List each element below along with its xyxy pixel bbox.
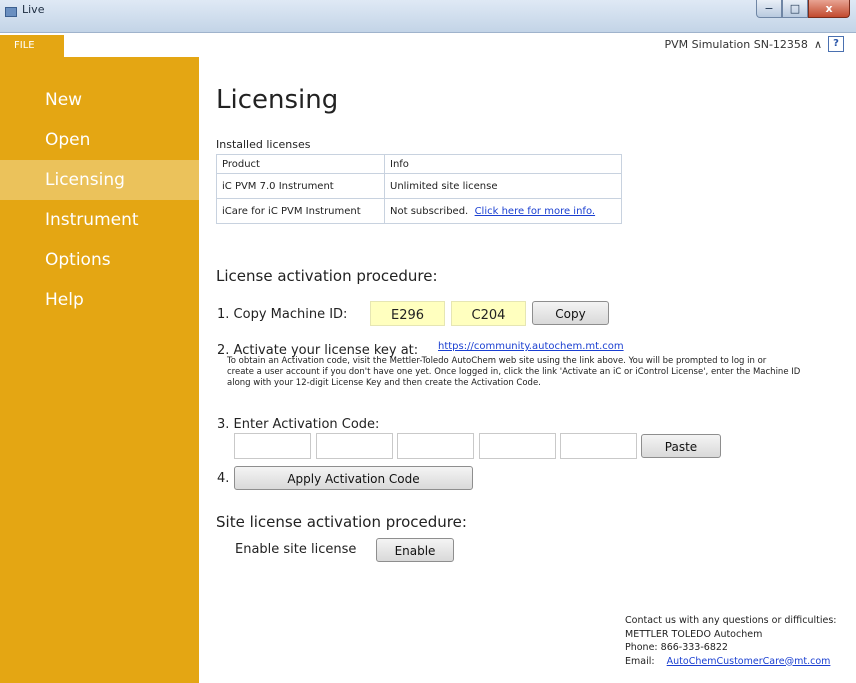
table-header-row: Product Info — [216, 154, 622, 174]
community-link[interactable]: https://community.autochem.mt.com — [438, 341, 624, 352]
file-tab[interactable]: FILE — [0, 35, 64, 57]
contact-line: Contact us with any questions or difficu… — [625, 615, 837, 626]
minimize-button[interactable]: − — [756, 0, 782, 18]
info-cell: Unlimited site license — [384, 173, 622, 199]
column-header-info: Info — [384, 154, 622, 174]
app-icon — [5, 7, 17, 17]
copy-button[interactable]: Copy — [532, 301, 609, 325]
email-label: Email: — [625, 655, 655, 667]
sidebar-item-help[interactable]: Help — [0, 280, 199, 320]
activation-code-field-1[interactable] — [234, 433, 311, 459]
sidebar-item-licensing[interactable]: Licensing — [0, 160, 199, 200]
enable-site-license-label: Enable site license — [235, 542, 357, 557]
activation-code-field-2[interactable] — [316, 433, 393, 459]
info-line: along with your 12-digit License Key and… — [227, 378, 541, 388]
activation-code-field-4[interactable] — [479, 433, 556, 459]
email-link[interactable]: AutoChemCustomerCare@mt.com — [667, 656, 831, 667]
info-line: To obtain an Activation code, visit the … — [227, 356, 767, 366]
sidebar-item-instrument[interactable]: Instrument — [0, 200, 199, 240]
help-icon[interactable]: ? — [828, 36, 844, 52]
sidebar-item-open[interactable]: Open — [0, 120, 199, 160]
procedure-title: License activation procedure: — [216, 267, 438, 285]
product-cell: iCare for iC PVM Instrument — [216, 198, 385, 224]
step4-label: 4. — [217, 471, 230, 486]
device-label: PVM Simulation SN-12358 — [664, 37, 808, 51]
sidebar: New Open Licensing Instrument Options He… — [0, 57, 199, 683]
step1-label: 1. Copy Machine ID: — [217, 307, 348, 322]
contact-line: METTLER TOLEDO Autochem — [625, 628, 763, 640]
activation-code-field-5[interactable] — [560, 433, 637, 459]
collapse-icon[interactable]: ∧ — [814, 38, 822, 51]
close-button[interactable]: x — [808, 0, 850, 18]
window-controls: − □ x — [756, 0, 850, 18]
window-title: Live — [22, 3, 45, 16]
licenses-table: Product Info iC PVM 7.0 Instrument Unlim… — [216, 154, 622, 224]
contact-info: Contact us with any questions or difficu… — [625, 614, 836, 668]
sidebar-item-options[interactable]: Options — [0, 240, 199, 280]
machine-id-part1: E296 — [370, 301, 445, 326]
more-info-link[interactable]: Click here for more info. — [475, 206, 596, 217]
activation-info: To obtain an Activation code, visit the … — [227, 356, 856, 389]
step3-label: 3. Enter Activation Code: — [217, 417, 380, 432]
installed-licenses-label: Installed licenses — [216, 138, 311, 151]
page-title: Licensing — [216, 85, 339, 115]
info-line: create a user account if you don't have … — [227, 367, 801, 377]
product-cell: iC PVM 7.0 Instrument — [216, 173, 385, 199]
activation-code-field-3[interactable] — [397, 433, 474, 459]
enable-button[interactable]: Enable — [376, 538, 454, 562]
machine-id-part2: C204 — [451, 301, 526, 326]
sidebar-item-new[interactable]: New — [0, 80, 199, 120]
table-row: iC PVM 7.0 Instrument Unlimited site lic… — [216, 173, 622, 199]
title-bar: Live − □ x — [0, 0, 856, 33]
table-row: iCare for iC PVM Instrument Not subscrib… — [216, 198, 622, 224]
header-info: PVM Simulation SN-12358 ∧ ? — [665, 36, 844, 52]
apply-activation-code-button[interactable]: Apply Activation Code — [234, 466, 473, 490]
contact-email-row: Email: AutoChemCustomerCare@mt.com — [625, 655, 836, 669]
paste-button[interactable]: Paste — [641, 434, 721, 458]
info-text: Not subscribed. — [390, 205, 469, 217]
maximize-button[interactable]: □ — [782, 0, 808, 18]
column-header-product: Product — [216, 154, 385, 174]
contact-phone: Phone: 866-333-6822 — [625, 642, 728, 653]
site-license-title: Site license activation procedure: — [216, 513, 467, 531]
info-cell: Not subscribed. Click here for more info… — [384, 198, 622, 224]
